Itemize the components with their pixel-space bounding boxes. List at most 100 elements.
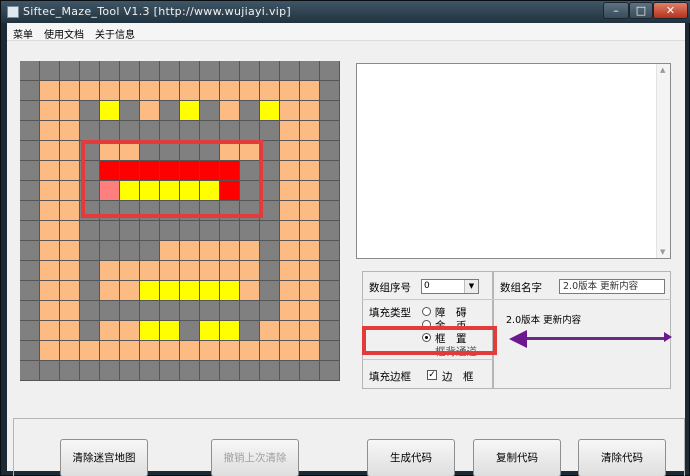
maze-cell[interactable] (200, 101, 220, 121)
maze-cell[interactable] (80, 81, 100, 101)
maze-cell[interactable] (160, 101, 180, 121)
maze-cell[interactable] (160, 121, 180, 141)
maze-cell[interactable] (320, 101, 340, 121)
maze-cell[interactable] (60, 341, 80, 361)
maze-cell[interactable] (260, 341, 280, 361)
maze-cell[interactable] (20, 221, 40, 241)
maze-cell[interactable] (240, 101, 260, 121)
maze-cell[interactable] (40, 301, 60, 321)
maze-cell[interactable] (280, 181, 300, 201)
maze-cell[interactable] (80, 161, 100, 181)
maze-cell[interactable] (260, 281, 280, 301)
maze-cell[interactable] (160, 341, 180, 361)
maze-cell[interactable] (200, 301, 220, 321)
maze-cell[interactable] (120, 81, 140, 101)
maze-cell[interactable] (40, 121, 60, 141)
maze-cell[interactable] (260, 101, 280, 121)
maze-cell[interactable] (300, 61, 320, 81)
maze-cell[interactable] (240, 81, 260, 101)
maze-cell[interactable] (320, 321, 340, 341)
maze-cell[interactable] (80, 181, 100, 201)
maze-cell[interactable] (220, 181, 240, 201)
maze-cell[interactable] (240, 121, 260, 141)
maze-cell[interactable] (80, 201, 100, 221)
maze-cell[interactable] (100, 181, 120, 201)
maze-cell[interactable] (60, 361, 80, 381)
maze-cell[interactable] (300, 361, 320, 381)
maximize-button[interactable]: □ (629, 2, 653, 19)
maze-cell[interactable] (80, 281, 100, 301)
maze-cell[interactable] (280, 101, 300, 121)
maze-cell[interactable] (300, 81, 320, 101)
maze-cell[interactable] (320, 181, 340, 201)
maze-cell[interactable] (300, 101, 320, 121)
maze-cell[interactable] (160, 221, 180, 241)
radio-obstacle[interactable] (422, 307, 431, 316)
maze-cell[interactable] (240, 181, 260, 201)
maze-cell[interactable] (140, 281, 160, 301)
maze-cell[interactable] (260, 261, 280, 281)
maze-cell[interactable] (320, 241, 340, 261)
maze-cell[interactable] (140, 101, 160, 121)
maze-cell[interactable] (260, 121, 280, 141)
maze-cell[interactable] (180, 101, 200, 121)
generate-code-button[interactable]: 生成代码 (367, 439, 455, 476)
menu-about[interactable]: 关于信息 (95, 26, 135, 41)
code-output-textarea[interactable]: ▲ ▼ (356, 63, 671, 259)
maze-cell[interactable] (320, 301, 340, 321)
maze-cell[interactable] (140, 221, 160, 241)
maze-cell[interactable] (200, 141, 220, 161)
maze-cell[interactable] (220, 81, 240, 101)
maze-cell[interactable] (300, 221, 320, 241)
maze-cell[interactable] (200, 281, 220, 301)
maze-cell[interactable] (200, 321, 220, 341)
maze-cell[interactable] (140, 301, 160, 321)
copy-code-button[interactable]: 复制代码 (473, 439, 561, 476)
maze-cell[interactable] (60, 261, 80, 281)
maze-cell[interactable] (100, 341, 120, 361)
maze-cell[interactable] (260, 81, 280, 101)
maze-cell[interactable] (60, 301, 80, 321)
maze-cell[interactable] (120, 161, 140, 181)
maze-cell[interactable] (20, 181, 40, 201)
maze-cell[interactable] (160, 141, 180, 161)
maze-cell[interactable] (240, 361, 260, 381)
maze-cell[interactable] (200, 261, 220, 281)
maze-cell[interactable] (260, 301, 280, 321)
maze-cell[interactable] (180, 321, 200, 341)
maze-cell[interactable] (40, 201, 60, 221)
maze-cell[interactable] (220, 261, 240, 281)
maze-cell[interactable] (220, 161, 240, 181)
maze-cell[interactable] (20, 321, 40, 341)
maze-cell[interactable] (300, 201, 320, 221)
maze-cell[interactable] (180, 341, 200, 361)
maze-cell[interactable] (260, 241, 280, 261)
maze-cell[interactable] (320, 361, 340, 381)
maze-cell[interactable] (120, 341, 140, 361)
maze-cell[interactable] (260, 201, 280, 221)
maze-cell[interactable] (100, 261, 120, 281)
maze-cell[interactable] (40, 221, 60, 241)
maze-cell[interactable] (80, 341, 100, 361)
maze-cell[interactable] (240, 301, 260, 321)
maze-cell[interactable] (220, 141, 240, 161)
maze-cell[interactable] (180, 261, 200, 281)
maze-cell[interactable] (80, 121, 100, 141)
maze-cell[interactable] (140, 341, 160, 361)
maze-cell[interactable] (120, 121, 140, 141)
menu-main[interactable]: 菜单 (13, 26, 33, 41)
minimize-button[interactable]: – (603, 2, 629, 19)
maze-cell[interactable] (260, 321, 280, 341)
maze-cell[interactable] (220, 341, 240, 361)
array-index-select[interactable]: 0 ▼ (421, 279, 479, 294)
maze-cell[interactable] (300, 341, 320, 361)
maze-cell[interactable] (280, 261, 300, 281)
maze-cell[interactable] (120, 181, 140, 201)
maze-cell[interactable] (200, 181, 220, 201)
maze-cell[interactable] (120, 201, 140, 221)
maze-cell[interactable] (40, 241, 60, 261)
maze-cell[interactable] (40, 281, 60, 301)
maze-cell[interactable] (220, 301, 240, 321)
maze-cell[interactable] (120, 61, 140, 81)
maze-cell[interactable] (100, 141, 120, 161)
